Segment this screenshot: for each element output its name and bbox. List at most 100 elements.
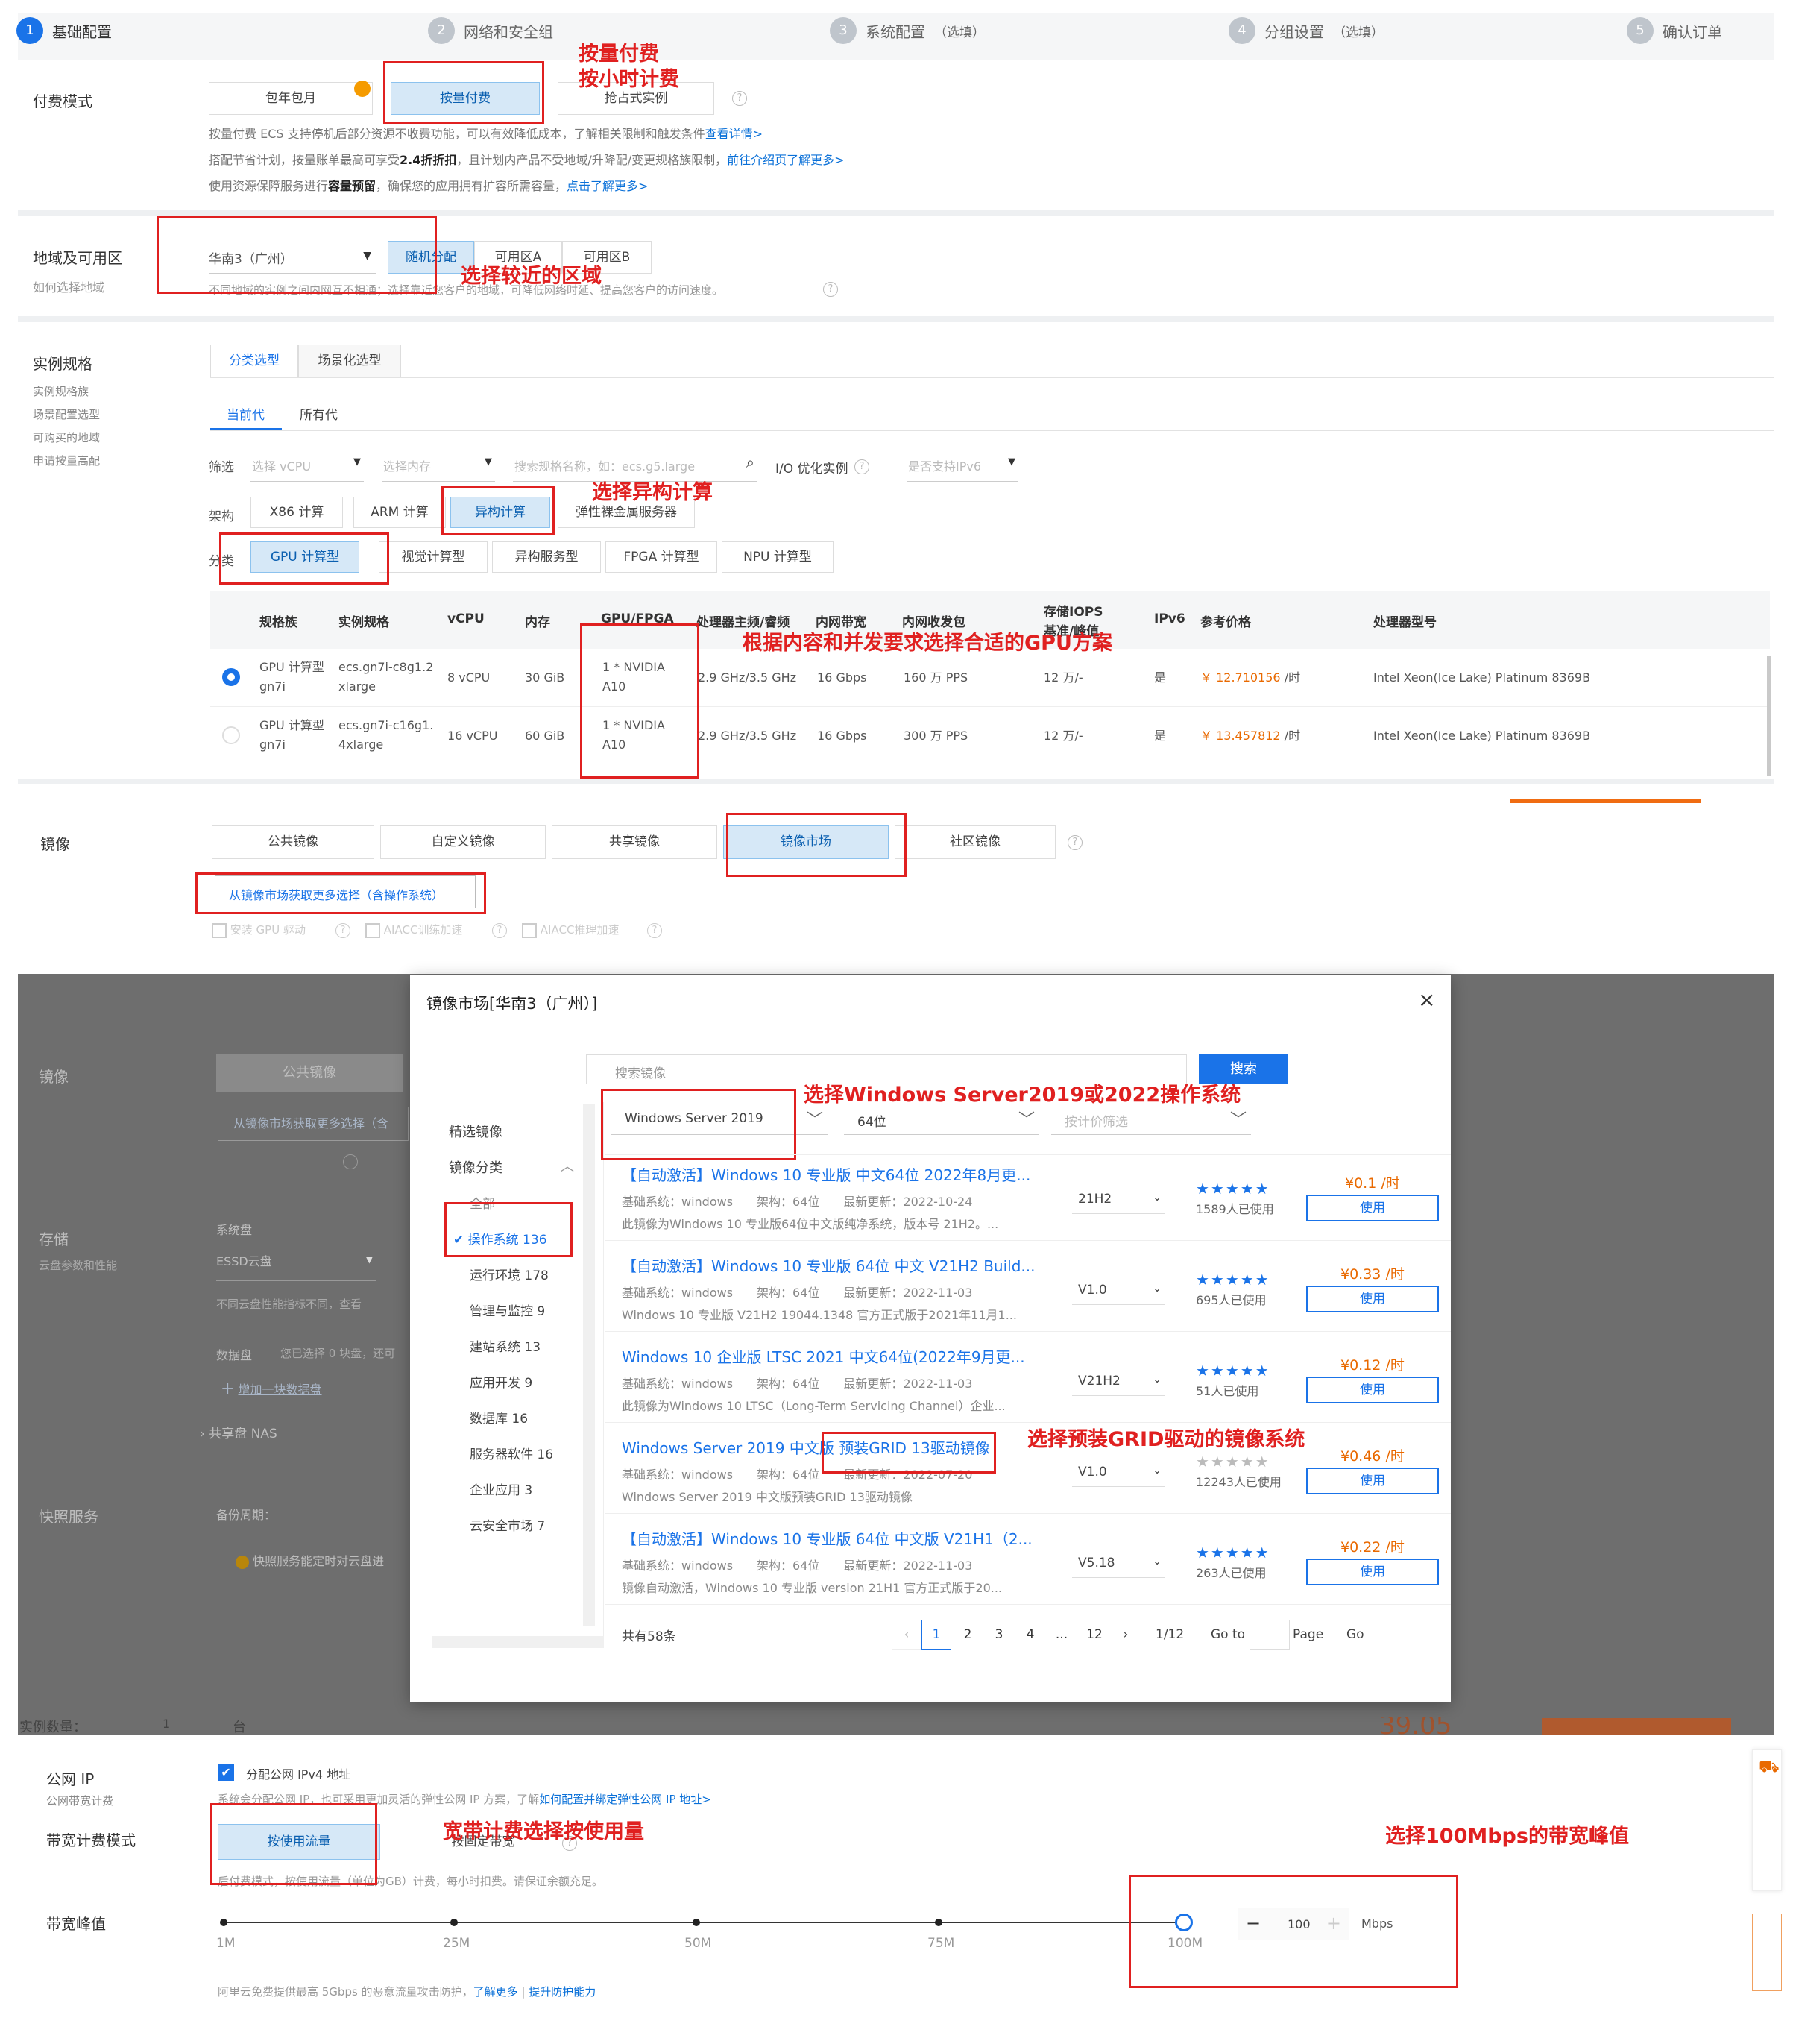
gpu-driver-help-icon[interactable]: ? — [335, 923, 350, 938]
sidebar-featured[interactable]: 精选镜像 — [449, 1122, 502, 1141]
cat-fpga[interactable]: FPGA 计算型 — [605, 541, 717, 573]
image-tab-community[interactable]: 社区镜像 — [895, 825, 1056, 859]
region-help-icon[interactable]: ? — [823, 282, 838, 297]
col-memory[interactable]: 内存 — [525, 611, 550, 630]
item-5-version[interactable]: V5.18 ⌄ — [1072, 1548, 1165, 1578]
cat-hetero-service[interactable]: 异构服务型 — [492, 541, 601, 573]
bandwidth-slider-track[interactable] — [224, 1922, 1184, 1923]
arch-x86[interactable]: X86 计算 — [250, 497, 343, 528]
item-1-version[interactable]: 21H2 ⌄ — [1072, 1184, 1165, 1214]
go-button[interactable]: Go — [1346, 1627, 1364, 1642]
page-12[interactable]: 12 — [1080, 1620, 1109, 1650]
arch-arm[interactable]: ARM 计算 — [353, 497, 446, 528]
ddos-more-link[interactable]: 了解更多 — [473, 1985, 518, 1999]
spec-link-4[interactable]: 申请按量高配 — [33, 450, 100, 473]
item-1-title[interactable]: 【自动激活】Windows 10 专业版 中文64位 2022年8月更... — [622, 1163, 1030, 1185]
spec-link-3[interactable]: 可购买的地域 — [33, 427, 100, 450]
item-3-version[interactable]: V21H2 ⌄ — [1072, 1366, 1165, 1396]
col-vcpu[interactable]: vCPU — [447, 611, 485, 626]
tab-current-gen[interactable]: 当前代 — [227, 404, 265, 423]
tab-scenario-select[interactable]: 场景化选型 — [298, 345, 401, 377]
step-5[interactable]: 5 确认订单 — [1627, 16, 1722, 45]
eip-link[interactable]: 如何配置并绑定弹性公网 IP 地址> — [539, 1793, 711, 1806]
region-help-link[interactable]: 如何选择地域 — [33, 277, 104, 295]
image-tab-custom[interactable]: 自定义镜像 — [380, 825, 546, 859]
filter-vcpu[interactable]: 选择 vCPU ▼ — [250, 447, 364, 482]
col-ipv6[interactable]: IPv6 — [1154, 611, 1185, 626]
sidebar-item-security[interactable]: 云安全市场 7 — [470, 1515, 545, 1534]
ipv4-checkbox[interactable]: ✔ — [218, 1764, 234, 1781]
item-2-version[interactable]: V1.0 ⌄ — [1072, 1275, 1165, 1305]
col-iops[interactable]: 存储IOPS — [1044, 601, 1103, 620]
item-1-use-button[interactable]: 使用 — [1306, 1195, 1439, 1221]
radio-selected[interactable] — [222, 668, 240, 686]
col-price[interactable]: 参考价格 — [1200, 611, 1251, 630]
floating-help[interactable] — [1752, 1914, 1782, 1991]
col-family[interactable]: 规格族 — [259, 611, 297, 630]
item-3-use-button[interactable]: 使用 — [1306, 1377, 1439, 1403]
image-tab-public[interactable]: 公共镜像 — [212, 825, 374, 859]
sidebar-item-server[interactable]: 服务器软件 16 — [470, 1444, 553, 1462]
col-cpu-model[interactable]: 处理器型号 — [1373, 611, 1437, 630]
sidebar-hscrollbar[interactable] — [432, 1636, 604, 1648]
item-4-version[interactable]: V1.0 ⌄ — [1072, 1457, 1165, 1487]
page-4[interactable]: 4 — [1015, 1620, 1045, 1650]
tab-category-select[interactable]: 分类选型 — [210, 345, 298, 377]
item-2-use-button[interactable]: 使用 — [1306, 1286, 1439, 1312]
sidebar-item-site[interactable]: 建站系统 13 — [470, 1336, 541, 1355]
sidebar-scrollbar[interactable] — [583, 1104, 595, 1626]
image-tab-shared[interactable]: 共享镜像 — [552, 825, 717, 859]
radio-unselected[interactable] — [222, 726, 240, 744]
filter-ipv6[interactable]: 是否支持IPv6 ▼ — [907, 447, 1018, 482]
billing-subscription[interactable]: 包年包月 — [209, 82, 373, 115]
aiacc-infer-help-icon[interactable]: ? — [647, 923, 662, 938]
item-4-use-button[interactable]: 使用 — [1306, 1468, 1439, 1494]
step-2[interactable]: 2 网络和安全组 — [428, 16, 553, 45]
io-help-icon[interactable]: ? — [854, 459, 869, 474]
search-icon[interactable]: ⌕ — [746, 453, 754, 471]
aiacc-train-help-icon[interactable]: ? — [492, 923, 507, 938]
checkbox[interactable] — [522, 922, 537, 938]
cat-npu[interactable]: NPU 计算型 — [722, 541, 834, 573]
item-2-title[interactable]: 【自动激活】Windows 10 专业版 64位 中文 V21H2 Build.… — [622, 1254, 1036, 1276]
item-5-use-button[interactable]: 使用 — [1306, 1559, 1439, 1585]
capacity-link[interactable]: 点击了解更多> — [567, 179, 648, 193]
ipv4-checkbox-label[interactable]: 分配公网 IPv4 地址 — [246, 1764, 350, 1782]
sidebar-item-runtime[interactable]: 运行环境 178 — [470, 1265, 549, 1283]
step-4[interactable]: 4 分组设置 （选填） — [1229, 16, 1384, 45]
sidebar-item-dev[interactable]: 应用开发 9 — [470, 1372, 532, 1391]
item-3-title[interactable]: Windows 10 企业版 LTSC 2021 中文64位(2022年9月更.… — [622, 1345, 1025, 1367]
floating-cart[interactable]: ⛟ — [1752, 1749, 1782, 1891]
tab-all-gen[interactable]: 所有代 — [300, 404, 338, 423]
page-3[interactable]: 3 — [984, 1620, 1014, 1650]
sidebar-category[interactable]: 镜像分类 ︿ — [449, 1157, 574, 1177]
checkbox[interactable] — [212, 922, 227, 938]
image-opt-gpu-driver[interactable]: 安装 GPU 驱动 — [212, 922, 306, 938]
step-1[interactable]: 1 基础配置 — [16, 16, 112, 45]
image-opt-aiacc-train[interactable]: AIACC训练加速 — [365, 922, 462, 938]
page-2[interactable]: 2 — [953, 1620, 983, 1650]
page-1[interactable]: 1 — [921, 1620, 951, 1650]
sidebar-item-db[interactable]: 数据库 16 — [470, 1408, 528, 1427]
page-prev[interactable]: ‹ — [892, 1620, 921, 1650]
checkbox[interactable] — [365, 922, 380, 938]
cat-visual[interactable]: 视觉计算型 — [379, 541, 488, 573]
billing-details-link[interactable]: 查看详情> — [705, 127, 763, 141]
page-next[interactable]: › — [1111, 1620, 1141, 1650]
col-spec[interactable]: 实例规格 — [338, 611, 389, 630]
filter-memory[interactable]: 选择内存 ▼ — [382, 447, 495, 482]
savings-plan-link[interactable]: 前往介绍页了解更多> — [727, 153, 844, 167]
sidebar-item-monitor[interactable]: 管理与监控 9 — [470, 1301, 545, 1319]
spec-link-2[interactable]: 场景配置选型 — [33, 403, 100, 427]
item-5-title[interactable]: 【自动激活】Windows 10 专业版 64位 中文版 V21H1（2... — [622, 1527, 1033, 1549]
goto-input[interactable] — [1250, 1620, 1290, 1650]
table-scrollbar[interactable] — [1767, 656, 1771, 776]
ddos-upgrade-link[interactable]: 提升防护能力 — [529, 1985, 596, 1999]
image-opt-aiacc-infer[interactable]: AIACC推理加速 — [522, 922, 619, 938]
image-help-icon[interactable]: ? — [1068, 835, 1083, 850]
sidebar-item-enterprise[interactable]: 企业应用 3 — [470, 1479, 532, 1498]
help-icon[interactable]: ? — [732, 91, 747, 106]
close-icon[interactable]: × — [1418, 987, 1435, 1012]
step-3[interactable]: 3 系统配置 （选填） — [830, 16, 985, 45]
spec-link-1[interactable]: 实例规格族 — [33, 380, 89, 403]
